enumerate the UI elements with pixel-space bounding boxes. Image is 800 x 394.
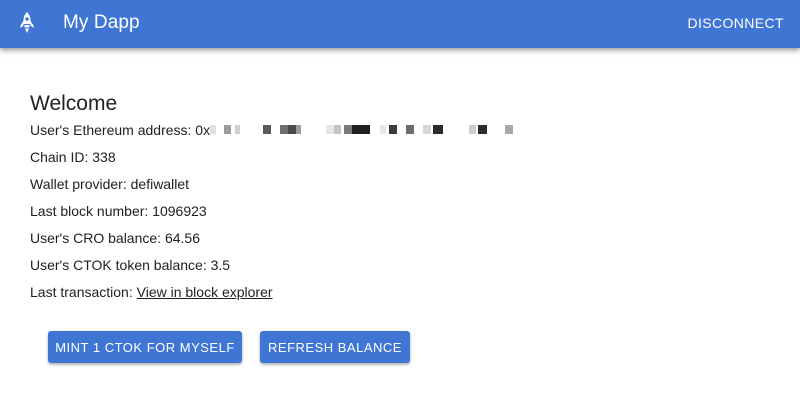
rocket-icon (20, 12, 34, 33)
chain-id: Chain ID: 338 (30, 149, 116, 165)
address-line: User's Ethereum address: 0x (30, 117, 790, 144)
page-title: Welcome (30, 92, 118, 115)
last-transaction: Last transaction: View in block explorer (30, 279, 790, 306)
block-explorer-link[interactable]: View in block explorer (137, 284, 273, 300)
last-transaction-label: Last transaction: (30, 284, 137, 300)
app-title: My Dapp (63, 12, 140, 33)
mint-ctok-button[interactable]: MINT 1 CTOK FOR MYSELF (48, 331, 242, 363)
ctok-balance: User's CTOK token balance: 3.5 (30, 257, 231, 273)
address-redaction (210, 125, 530, 137)
main-content: Welcome User's Ethereum address: 0x Chai… (30, 90, 790, 306)
refresh-balance-button[interactable]: REFRESH BALANCE (260, 331, 410, 363)
last-block-number: Last block number: 1096923 (30, 203, 207, 219)
address-label: User's Ethereum address: 0x (30, 122, 211, 138)
wallet-provider: Wallet provider: defiwallet (30, 176, 189, 192)
app-bar: My Dapp DISCONNECT (0, 0, 800, 48)
disconnect-button[interactable]: DISCONNECT (687, 15, 784, 31)
cro-balance: User's CRO balance: 64.56 (30, 230, 200, 246)
